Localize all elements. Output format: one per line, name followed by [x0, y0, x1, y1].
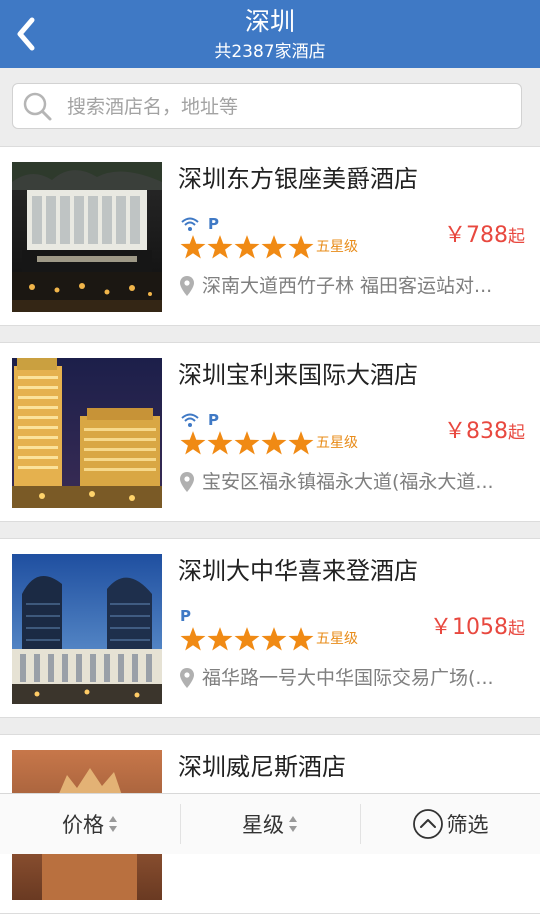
amenities: P: [180, 606, 191, 626]
star-icon: [207, 235, 233, 259]
star-grade: 五星级: [316, 631, 358, 647]
parking-icon: P: [180, 607, 191, 625]
parking-icon: P: [208, 411, 219, 429]
price-value: ￥788: [444, 223, 508, 248]
hotel-name: 深圳东方银座美爵酒店: [178, 165, 418, 193]
amenities: P: [180, 410, 219, 430]
star-sort-button[interactable]: 星级: [180, 794, 360, 854]
parking-icon: P: [208, 215, 219, 233]
location-pin-icon: [180, 472, 194, 492]
star-icon: [234, 431, 260, 455]
filter-label: 筛选: [446, 813, 489, 837]
hotel-name: 深圳宝利来国际大酒店: [178, 361, 418, 389]
wifi-icon: [181, 413, 199, 427]
star-icon: [180, 431, 206, 455]
star-icon: [288, 431, 314, 455]
star-sort-label: 星级: [242, 813, 284, 837]
address-text: 深南大道西竹子林 福田客运站对...: [202, 275, 493, 297]
address: 福华路一号大中华国际交易广场(...: [180, 665, 525, 691]
star-grade: 五星级: [316, 239, 358, 255]
hotel-name: 深圳大中华喜来登酒店: [178, 557, 418, 585]
price-unit: 起: [508, 227, 525, 247]
star-icon: [207, 431, 233, 455]
page-title: 深圳: [244, 7, 295, 36]
bottom-filter-bar: 价格 星级 筛选: [0, 793, 540, 854]
star-icon: [288, 235, 314, 259]
price: ￥838起: [444, 417, 525, 448]
star-icon: [207, 627, 233, 651]
star-icon: [234, 235, 260, 259]
price-sort-button[interactable]: 价格: [0, 794, 180, 854]
price-unit: 起: [508, 423, 525, 443]
price: ￥788起: [444, 221, 525, 252]
star-icon: [180, 627, 206, 651]
price-value: ￥1058: [430, 615, 508, 640]
search-icon: [23, 92, 52, 121]
price-value: ￥838: [444, 419, 508, 444]
hotel-photo: [12, 554, 162, 704]
hotel-photo: [12, 358, 162, 508]
hotel-card[interactable]: 深圳宝利来国际大酒店 P 五星级 ￥838起 宝安区福永镇福永大道(福永大道..…: [0, 342, 540, 522]
amenities: P: [180, 214, 219, 234]
star-rating: 五星级: [180, 234, 358, 260]
filter-button[interactable]: 筛选: [360, 794, 540, 854]
star-icon: [180, 235, 206, 259]
sort-icon: [289, 816, 297, 832]
app-header: 深圳 共2387家酒店: [0, 0, 540, 68]
wifi-icon: [181, 217, 199, 231]
location-pin-icon: [180, 276, 194, 296]
hotel-photo: [12, 162, 162, 312]
price-unit: 起: [508, 619, 525, 639]
star-icon: [261, 431, 287, 455]
hotel-count: 共2387家酒店: [214, 42, 326, 62]
address-text: 宝安区福永镇福永大道(福永大道...: [202, 471, 494, 493]
price: ￥1058起: [430, 613, 525, 644]
hotel-card[interactable]: 深圳东方银座美爵酒店 P 五星级 ￥788起 深南大道西竹子林 福田客运站对..…: [0, 146, 540, 326]
star-icon: [234, 627, 260, 651]
price-sort-label: 价格: [62, 813, 104, 837]
hotel-name: 深圳威尼斯酒店: [178, 753, 346, 781]
location-pin-icon: [180, 668, 194, 688]
search-placeholder: 搜索酒店名，地址等: [67, 96, 239, 118]
star-icon: [261, 235, 287, 259]
hotel-card[interactable]: 深圳大中华喜来登酒店 P 五星级 ￥1058起 福华路一号大中华国际交易广场(.…: [0, 538, 540, 718]
star-icon: [288, 627, 314, 651]
star-rating: 五星级: [180, 430, 358, 456]
star-rating: 五星级: [180, 626, 358, 652]
star-grade: 五星级: [316, 435, 358, 451]
sort-icon: [109, 816, 117, 832]
star-icon: [261, 627, 287, 651]
search-input[interactable]: 搜索酒店名，地址等: [12, 83, 522, 129]
address-text: 福华路一号大中华国际交易广场(...: [202, 667, 494, 689]
chevron-up-circle-icon: [412, 809, 443, 839]
address: 深南大道西竹子林 福田客运站对...: [180, 273, 525, 299]
address: 宝安区福永镇福永大道(福永大道...: [180, 469, 525, 495]
